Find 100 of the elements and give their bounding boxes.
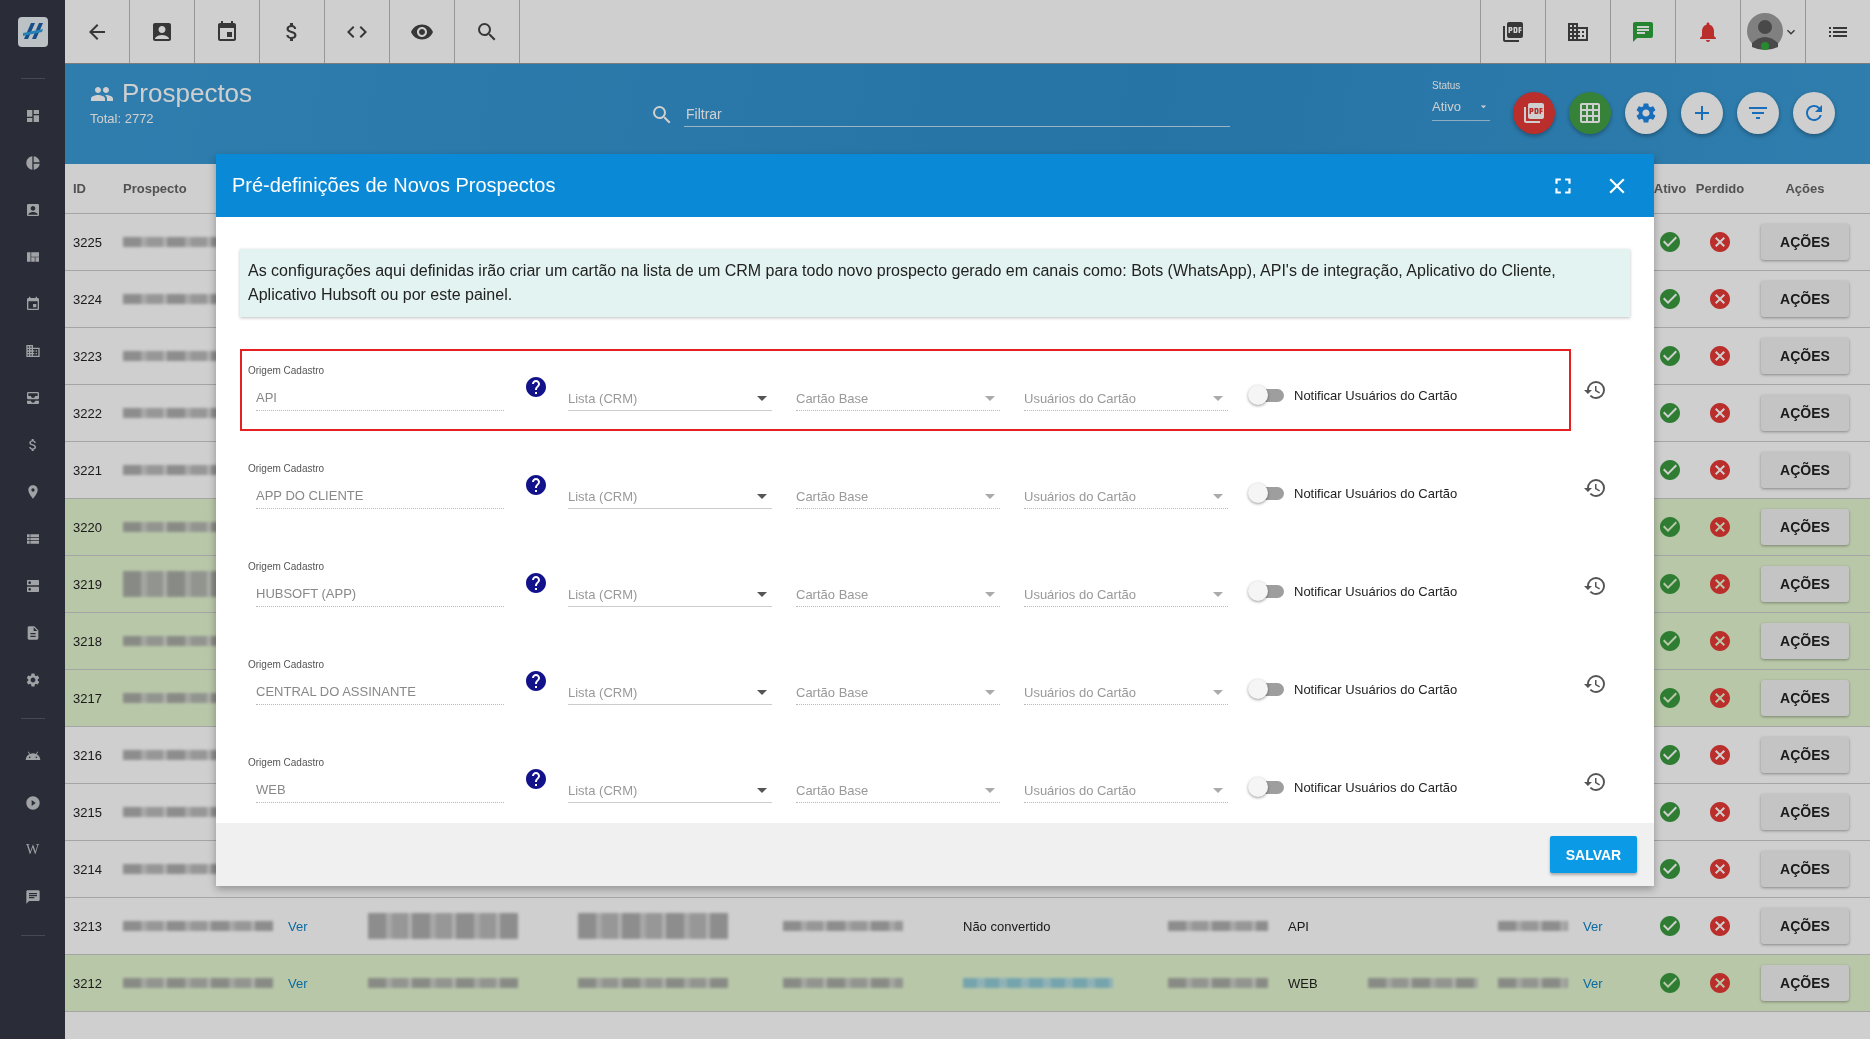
calendar-icon[interactable] <box>24 296 41 312</box>
users-select[interactable]: Usuários do Cartão <box>1024 685 1228 705</box>
id-cell-text: 3221 <box>72 462 103 478</box>
settings-icon[interactable] <box>24 672 41 688</box>
history-icon[interactable] <box>1583 574 1607 598</box>
users-select[interactable]: Usuários do Cartão <box>1024 391 1228 411</box>
help-icon[interactable] <box>524 375 548 399</box>
board-icon[interactable] <box>24 249 41 265</box>
save-button[interactable]: SALVAR <box>1550 836 1637 873</box>
chat-icon[interactable] <box>24 889 41 905</box>
list-select[interactable]: Lista (CRM) <box>568 587 772 607</box>
logo-icon[interactable] <box>17 17 48 47</box>
id-cell-text: 3220 <box>72 519 103 535</box>
origin-field: API <box>256 390 504 411</box>
column-header: Ações <box>1785 181 1825 196</box>
origin-field: CENTRAL DO ASSINANTE <box>256 684 504 705</box>
blurred-text <box>1498 921 1568 931</box>
actions-button[interactable]: AÇÕES <box>1761 965 1849 1001</box>
id-cell-text: 3219 <box>72 576 103 592</box>
excel-export-button[interactable] <box>1569 92 1611 134</box>
card-select[interactable]: Cartão Base <box>796 685 1000 705</box>
field-label: Origem Cadastro <box>248 561 326 572</box>
history-icon[interactable] <box>1583 378 1607 402</box>
id-cell-text: 3223 <box>72 348 103 364</box>
gear-icon <box>1634 101 1658 125</box>
origin-field: HUBSOFT (APP) <box>256 586 504 607</box>
id-cell-text: 3222 <box>72 405 103 421</box>
actions-button[interactable]: AÇÕES <box>1761 623 1849 659</box>
actions-button[interactable]: AÇÕES <box>1761 395 1849 431</box>
list-select[interactable]: Lista (CRM) <box>568 685 772 705</box>
page-title: Prospectos <box>122 78 253 109</box>
box-icon[interactable] <box>24 390 41 406</box>
table-cell-text: Não convertido <box>962 918 1052 934</box>
list-select[interactable]: Lista (CRM) <box>568 391 772 411</box>
users-select[interactable]: Usuários do Cartão <box>1024 783 1228 803</box>
blurred-text <box>1498 978 1568 988</box>
actions-button[interactable]: AÇÕES <box>1761 338 1849 374</box>
help-icon[interactable] <box>524 571 548 595</box>
column-header: ID <box>72 181 86 196</box>
actions-button[interactable]: AÇÕES <box>1761 737 1849 773</box>
status-select[interactable]: Ativo <box>1432 91 1490 121</box>
actions-button[interactable]: AÇÕES <box>1761 794 1849 830</box>
view-link[interactable]: Ver <box>280 919 308 934</box>
table-cell-text: API <box>1287 918 1310 934</box>
pie-chart-icon[interactable] <box>24 155 41 171</box>
actions-button[interactable]: AÇÕES <box>1761 452 1849 488</box>
settings-button[interactable] <box>1625 92 1667 134</box>
user-avatar[interactable] <box>1747 12 1783 51</box>
filter-button[interactable] <box>1737 92 1779 134</box>
users-select[interactable]: Usuários do Cartão <box>1024 489 1228 509</box>
actions-button[interactable]: AÇÕES <box>1761 908 1849 944</box>
actions-button[interactable]: AÇÕES <box>1761 281 1849 317</box>
help-icon[interactable] <box>524 767 548 791</box>
id-cell-text: 3215 <box>72 804 103 820</box>
notify-toggle[interactable] <box>1248 581 1284 601</box>
play-icon[interactable] <box>24 795 41 811</box>
card-select[interactable]: Cartão Base <box>796 489 1000 509</box>
help-icon[interactable] <box>524 669 548 693</box>
list-select[interactable]: Lista (CRM) <box>568 489 772 509</box>
notify-label: Notificar Usuários do Cartão <box>1294 388 1458 403</box>
add-button[interactable] <box>1681 92 1723 134</box>
caret-icon <box>985 690 995 695</box>
caret-icon <box>1213 396 1223 401</box>
contact-icon[interactable] <box>24 202 41 218</box>
history-icon[interactable] <box>1583 672 1607 696</box>
field-label: Origem Cadastro <box>248 463 326 474</box>
server-icon[interactable] <box>24 578 41 594</box>
card-select[interactable]: Cartão Base <box>796 391 1000 411</box>
notify-toggle[interactable] <box>1248 385 1284 405</box>
users-select[interactable]: Usuários do Cartão <box>1024 587 1228 607</box>
field-label: Origem Cadastro <box>248 659 326 670</box>
dashboard-icon[interactable] <box>24 108 41 124</box>
total-count: Total: 2772 <box>90 111 155 126</box>
actions-button[interactable]: AÇÕES <box>1761 851 1849 887</box>
actions-button[interactable]: AÇÕES <box>1761 680 1849 716</box>
help-icon[interactable] <box>524 473 548 497</box>
history-icon[interactable] <box>1583 770 1607 794</box>
notify-label: Notificar Usuários do Cartão <box>1294 584 1458 599</box>
notify-toggle[interactable] <box>1248 483 1284 503</box>
refresh-button[interactable] <box>1793 92 1835 134</box>
notify-toggle[interactable] <box>1248 679 1284 699</box>
view-link[interactable]: Ver <box>280 976 308 991</box>
view-link[interactable]: Ver <box>1575 919 1603 934</box>
caret-icon <box>757 592 767 597</box>
list-select[interactable]: Lista (CRM) <box>568 783 772 803</box>
filter-field[interactable]: Filtrar <box>684 102 1230 127</box>
notify-toggle[interactable] <box>1248 777 1284 797</box>
building-icon[interactable] <box>24 343 41 359</box>
card-select[interactable]: Cartão Base <box>796 783 1000 803</box>
pdf-icon <box>1522 101 1546 125</box>
history-icon[interactable] <box>1583 476 1607 500</box>
view-link[interactable]: Ver <box>1575 976 1603 991</box>
pdf-export-button[interactable] <box>1513 92 1555 134</box>
list-icon[interactable] <box>24 531 41 547</box>
actions-button[interactable]: AÇÕES <box>1761 566 1849 602</box>
id-cell-text: 3224 <box>72 291 103 307</box>
actions-button[interactable]: AÇÕES <box>1761 224 1849 260</box>
actions-button[interactable]: AÇÕES <box>1761 509 1849 545</box>
card-select[interactable]: Cartão Base <box>796 587 1000 607</box>
wiki-link[interactable]: W <box>25 842 40 858</box>
